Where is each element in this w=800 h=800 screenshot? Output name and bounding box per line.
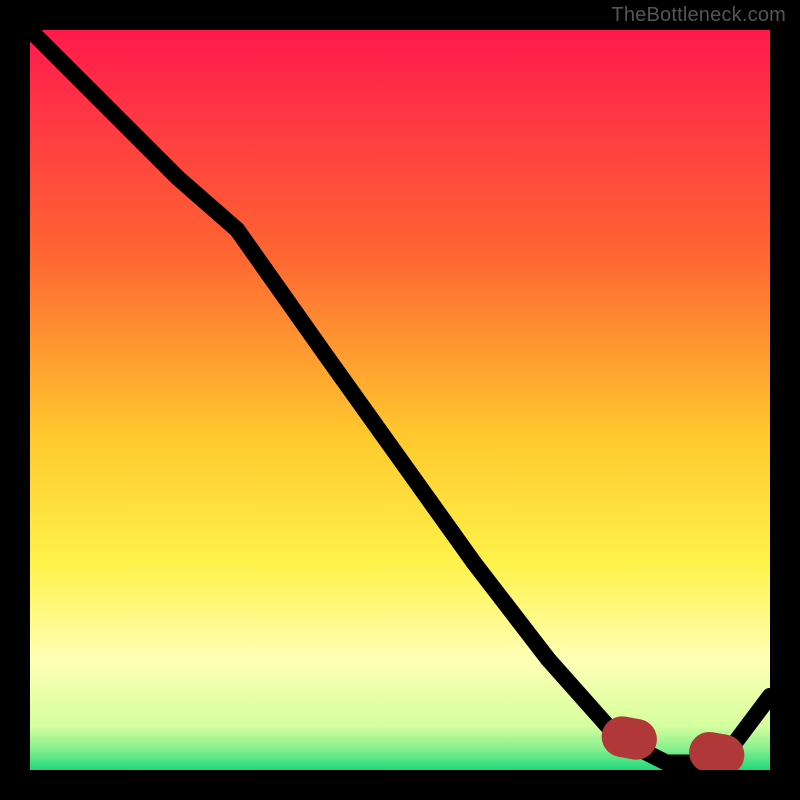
plot-area [30,30,770,770]
chart-frame: TheBottleneck.com [0,0,800,800]
optimal-region-marker [622,737,726,756]
bottleneck-curve [30,30,770,770]
curve-path [30,30,770,763]
watermark-label: TheBottleneck.com [611,4,786,27]
